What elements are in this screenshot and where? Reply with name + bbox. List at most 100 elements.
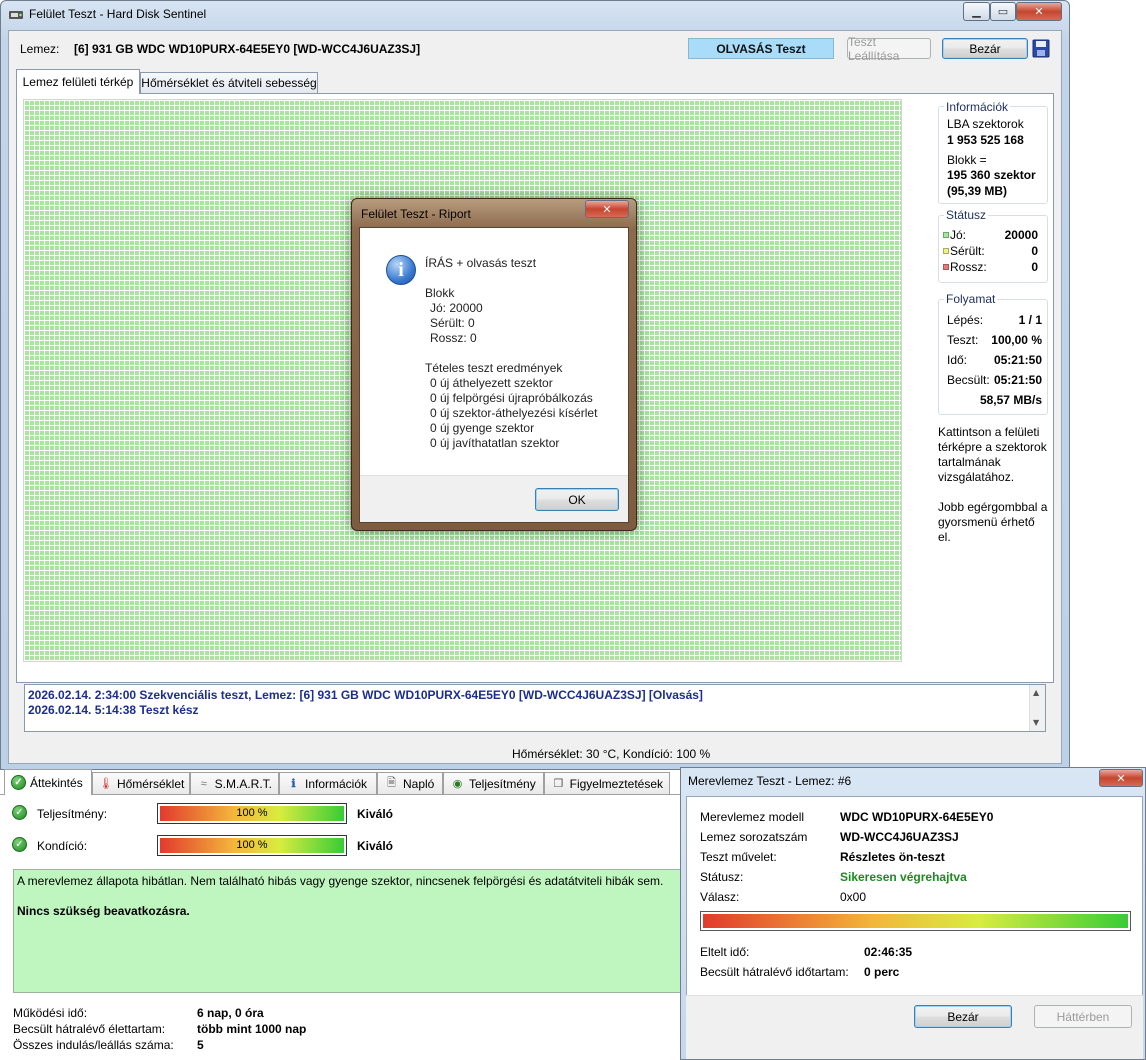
remaining-value: 0 perc	[864, 965, 900, 979]
report-results-title: Tételes teszt eredmények	[425, 361, 563, 375]
bad-legend-swatch	[943, 264, 949, 270]
damaged-value: 0	[1031, 244, 1038, 258]
tab-label: Információk	[305, 776, 368, 791]
log-line: 2026.02.14. 2:34:00 Szekvenciális teszt,…	[28, 688, 703, 702]
window-title: Felület Teszt - Hard Disk Sentinel	[29, 7, 207, 21]
condition-ok-icon: ✓	[12, 837, 27, 852]
lifetime-value: több mint 1000 nap	[197, 1022, 307, 1036]
report-heading: ÍRÁS + olvasás teszt	[425, 256, 537, 270]
hint-line: térképre a szektorok	[938, 440, 1047, 454]
tab-temperature[interactable]: 🌡 Hőmérséklet	[92, 772, 190, 794]
minimize-button[interactable]: ▁	[963, 2, 990, 21]
progress-group-title: Folyamat	[944, 292, 998, 306]
alerts-icon: ❐	[553, 778, 564, 790]
tab-label: Napló	[403, 776, 435, 791]
log-icon: 🗎	[387, 777, 396, 789]
damaged-label: Sérült:	[950, 244, 985, 258]
report-result-line: 0 új felpörgési újrapróbálkozás	[430, 391, 593, 405]
good-legend-swatch	[943, 232, 949, 238]
test-status-label: Státusz:	[700, 870, 744, 884]
estimated-value: 05:21:50	[993, 373, 1042, 387]
tab-label: Figyelmeztetések	[569, 776, 663, 791]
test-label: Teszt:	[947, 333, 979, 347]
report-result-line: 0 új javíthatatlan szektor	[430, 436, 560, 450]
performance-percent: 100 %	[236, 807, 268, 819]
bad-value: 0	[1031, 260, 1038, 274]
summary-recommendation: Nincs szükség beavatkozásra.	[17, 904, 190, 918]
info-icon: i	[386, 255, 416, 285]
save-button[interactable]	[1032, 39, 1050, 58]
stop-test-button[interactable]: Teszt Leállítása	[847, 35, 931, 63]
tab-label: S.M.A.R.T.	[214, 776, 272, 791]
scroll-down-icon[interactable]: ▼	[1033, 718, 1039, 727]
maximize-button[interactable]: ▭	[990, 2, 1016, 21]
tab-log[interactable]: 🗎 Napló	[377, 772, 443, 794]
close-icon: ✕	[1116, 771, 1126, 785]
report-result-line: 0 új áthelyezett szektor	[430, 376, 553, 390]
tab-surface-map[interactable]: Lemez felületi térkép	[16, 69, 140, 94]
report-block-bad: Rossz: 0	[430, 331, 477, 345]
hint-line: el.	[938, 530, 951, 544]
test-close-button[interactable]: Bezár	[914, 1005, 1012, 1028]
tab-alerts[interactable]: ❐ Figyelmeztetések	[544, 772, 670, 794]
log-scrollbar[interactable]: ▲ ▼	[1029, 685, 1045, 731]
close-window-button[interactable]: ✕	[1016, 2, 1062, 21]
operation-value: Részletes ön-teszt	[840, 850, 945, 864]
time-label: Idő:	[947, 353, 968, 367]
block-value: 195 360 szektor	[947, 168, 1036, 182]
thermometer-icon: 🌡	[99, 778, 113, 790]
tab-overview[interactable]: ✓ Áttekintés	[4, 769, 92, 795]
save-icon	[1032, 39, 1050, 58]
test-mode-indicator: OLVASÁS Teszt	[688, 38, 834, 59]
test-progress-bar	[700, 911, 1131, 931]
lba-label: LBA szektorok	[947, 117, 1024, 131]
model-label: Merevlemez modell	[700, 810, 805, 824]
ok-button[interactable]: OK	[535, 488, 619, 511]
good-value: 20000	[1004, 228, 1038, 242]
tab-performance[interactable]: ◉ Teljesítmény	[443, 772, 544, 794]
elapsed-value: 02:46:35	[864, 945, 913, 959]
operation-label: Teszt művelet:	[700, 850, 777, 864]
tab-label: Teljesítmény	[469, 776, 536, 791]
block-size: (95,39 MB)	[947, 184, 1008, 198]
model-value: WDC WD10PURX-64E5EY0	[840, 810, 994, 824]
log-box[interactable]: 2026.02.14. 2:34:00 Szekvenciális teszt,…	[24, 684, 1046, 732]
tab-label: Hőmérséklet	[116, 776, 185, 791]
scroll-up-icon[interactable]: ▲	[1033, 688, 1039, 697]
minimize-icon: ▁	[972, 5, 981, 18]
close-button[interactable]: Bezár	[942, 38, 1028, 59]
info-group-title: Információk	[944, 100, 1011, 114]
background-button[interactable]: Háttérben	[1034, 1005, 1132, 1028]
hint-line: vizsgálatához.	[938, 470, 1015, 484]
serial-value: WD-WCC4J6UAZ3SJ	[840, 830, 959, 844]
report-close-button[interactable]: ✕	[585, 200, 629, 218]
response-label: Válasz:	[700, 890, 740, 904]
info-small-icon: ℹ	[291, 778, 296, 790]
hint-line: Jobb egérgombbal a	[938, 500, 1048, 514]
disk-value: [6] 931 GB WDC WD10PURX-64E5EY0 [WD-WCC4…	[74, 42, 421, 56]
performance-ok-icon: ✓	[12, 805, 27, 820]
tab-information[interactable]: ℹ Információk	[279, 772, 377, 794]
performance-label: Teljesítmény:	[37, 807, 108, 821]
report-dialog-title: Felület Teszt - Riport	[361, 207, 471, 221]
hint-line: Kattintson a felületi	[938, 425, 1040, 439]
health-summary-box: A merevlemez állapota hibátlan. Nem talá…	[13, 869, 685, 993]
performance-rating: Kiváló	[357, 807, 394, 821]
tab-temperature-transfer[interactable]: Hőmérséklet és átviteli sebesség	[140, 72, 318, 93]
damaged-legend-swatch	[943, 248, 949, 254]
time-value: 05:21:50	[993, 353, 1042, 367]
report-block-good: Jó: 20000	[430, 301, 483, 315]
block-label: Blokk =	[947, 153, 987, 167]
uptime-value: 6 nap, 0 óra	[197, 1006, 264, 1020]
hint-right-click: Jobb egérgombbal a gyorsmenü érhető el.	[938, 500, 1047, 545]
condition-label: Kondíció:	[37, 839, 88, 853]
disk-test-dialog: Merevlemez Teszt - Lemez: #6 ✕ Merevleme…	[680, 767, 1146, 1060]
elapsed-label: Eltelt idő:	[700, 945, 750, 959]
test-dialog-close-x[interactable]: ✕	[1099, 769, 1143, 787]
report-block-damaged: Sérült: 0	[430, 316, 475, 330]
step-value: 1 / 1	[1018, 313, 1042, 327]
check-icon: ✓	[11, 775, 26, 790]
starts-value: 5	[197, 1038, 204, 1052]
tab-label: Áttekintés	[30, 775, 83, 790]
tab-smart[interactable]: ≈ S.M.A.R.T.	[190, 772, 279, 794]
